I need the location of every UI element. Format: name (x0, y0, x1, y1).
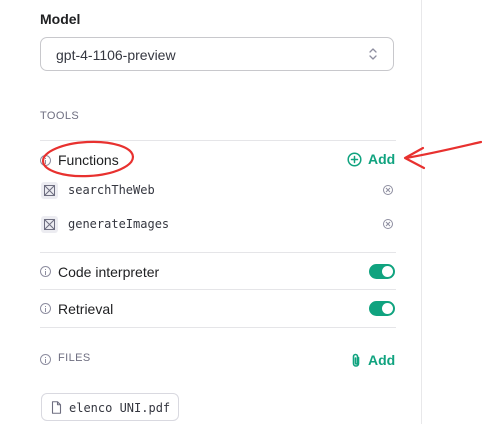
info-icon[interactable] (40, 266, 51, 277)
paperclip-icon (352, 353, 360, 367)
model-select[interactable]: gpt-4-1106-preview (40, 37, 394, 71)
info-icon[interactable] (40, 303, 51, 314)
function-item-icon (41, 216, 58, 233)
divider (40, 289, 396, 290)
info-icon[interactable] (40, 155, 51, 166)
assistant-config-panel: Model gpt-4-1106-preview TOOLS Functions… (0, 0, 422, 424)
model-label: Model (40, 11, 81, 27)
functions-label: Functions (58, 152, 119, 168)
document-icon (51, 401, 62, 414)
function-item-name: searchTheWeb (68, 183, 155, 197)
divider (40, 327, 396, 328)
remove-function-icon[interactable] (383, 219, 393, 229)
add-function-button[interactable]: Add (347, 151, 395, 167)
function-item-name: generateImages (68, 217, 170, 231)
background-area (422, 0, 482, 424)
files-section-label: FILES (58, 352, 91, 364)
tools-section-label: TOOLS (40, 110, 80, 122)
plus-circle-icon (347, 151, 362, 167)
divider (40, 252, 396, 253)
code-interpreter-label: Code interpreter (58, 264, 160, 280)
chevron-up-down-icon (369, 48, 377, 60)
retrieval-label: Retrieval (58, 301, 114, 317)
add-file-label: Add (368, 352, 396, 368)
info-icon[interactable] (40, 354, 51, 365)
divider (40, 140, 396, 141)
code-interpreter-toggle[interactable] (369, 264, 395, 279)
function-item-icon (41, 182, 58, 199)
file-name: elenco UNI.pdf (69, 401, 171, 415)
add-file-button[interactable]: Add (350, 352, 395, 368)
file-chip[interactable]: elenco UNI.pdf (41, 393, 179, 421)
remove-function-icon[interactable] (383, 185, 393, 195)
add-function-label: Add (368, 151, 396, 167)
model-select-value: gpt-4-1106-preview (56, 47, 176, 63)
retrieval-toggle[interactable] (369, 301, 395, 316)
